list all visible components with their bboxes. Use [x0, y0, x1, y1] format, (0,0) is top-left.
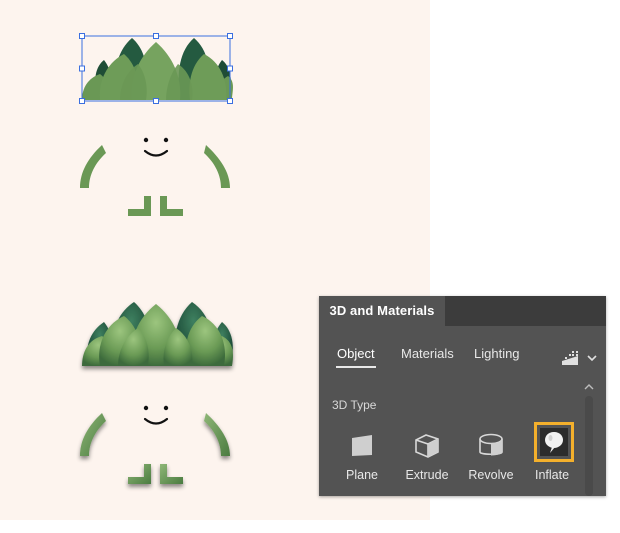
type-extrude-label: Extrude: [405, 468, 449, 482]
scroll-track[interactable]: [585, 396, 593, 496]
type-extrude-button[interactable]: Extrude: [394, 422, 460, 488]
panel-scrollbar[interactable]: [583, 382, 595, 496]
inflate-icon-bg: [540, 428, 568, 456]
type-plane-button[interactable]: Plane: [329, 422, 395, 488]
inflated-arms: [80, 413, 230, 456]
scroll-up-icon[interactable]: [583, 382, 595, 392]
panel-header: 3D and Materials: [319, 296, 606, 326]
inflated-face: [143, 405, 169, 425]
type-inflate-label: Inflate: [534, 468, 570, 482]
flat-arms: [80, 145, 230, 188]
section-label-3d-type: 3D Type: [332, 398, 377, 412]
inflated-plant-hair: [82, 302, 233, 366]
type-inflate-button[interactable]: Inflate: [519, 422, 585, 488]
type-revolve-button[interactable]: Revolve: [458, 422, 524, 488]
tab-materials[interactable]: Materials: [401, 346, 454, 361]
panel-title-tab[interactable]: 3D and Materials: [319, 296, 445, 326]
plane-icon: [352, 435, 372, 456]
flat-feet: [128, 196, 183, 216]
chevron-down-icon[interactable]: [587, 354, 597, 362]
revolve-icon: [479, 433, 503, 456]
flat-face: [143, 137, 169, 157]
type-revolve-label: Revolve: [468, 468, 514, 482]
flat-plant-hair[interactable]: [82, 38, 233, 100]
tab-object[interactable]: Object: [337, 346, 375, 361]
3d-materials-panel: 3D and Materials Object Materials Lighti…: [319, 296, 606, 496]
inflated-feet: [128, 464, 183, 484]
inflate-icon: [545, 432, 563, 453]
inflate-selected-frame: [534, 422, 574, 462]
extrude-icon: [415, 434, 439, 458]
type-plane-label: Plane: [346, 468, 378, 482]
render-settings-icon[interactable]: [561, 350, 579, 366]
tab-lighting[interactable]: Lighting: [474, 346, 520, 361]
tab-object-underline: [336, 366, 376, 368]
